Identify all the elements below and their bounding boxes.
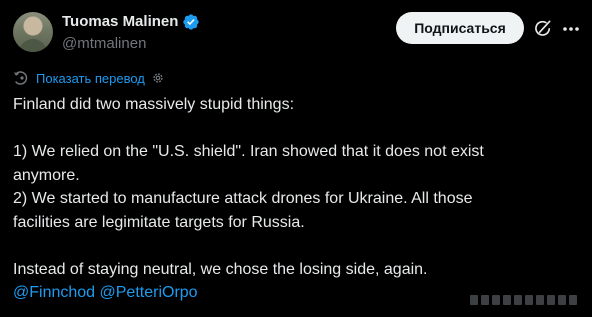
tweet-line: anymore. (13, 166, 80, 184)
watermark (470, 290, 578, 310)
grok-icon[interactable] (533, 18, 553, 38)
tweet-line: 2) We started to manufacture attack dron… (13, 190, 473, 207)
avatar-figure (19, 39, 47, 52)
translate-icon (14, 71, 28, 85)
show-translation-link[interactable]: Показать перевод (36, 71, 145, 86)
tweet-line: facilities are legimitate targets for Ru… (13, 213, 305, 231)
mention-link[interactable]: @Finnchod (13, 284, 95, 301)
avatar[interactable] (13, 12, 53, 52)
translate-row[interactable]: Показать перевод (14, 70, 165, 86)
more-icon[interactable] (562, 26, 580, 32)
author-handle[interactable]: @mtmalinen (62, 35, 146, 52)
tweet-line: Instead of staying neutral, we chose the… (13, 260, 428, 278)
gear-icon[interactable] (151, 71, 165, 85)
verified-badge-icon (183, 14, 199, 30)
subscribe-button[interactable]: Подписаться (396, 12, 524, 44)
tweet-line: 1) We relied on the "U.S. shield". Iran … (13, 143, 484, 160)
tweet-text: Finland did two massively stupid things:… (13, 93, 573, 305)
author-name[interactable]: Tuomas Malinen (62, 13, 178, 30)
tweet-line: Finland did two massively stupid things: (13, 96, 295, 113)
mention-link[interactable]: @PetteriOrpo (100, 284, 198, 301)
